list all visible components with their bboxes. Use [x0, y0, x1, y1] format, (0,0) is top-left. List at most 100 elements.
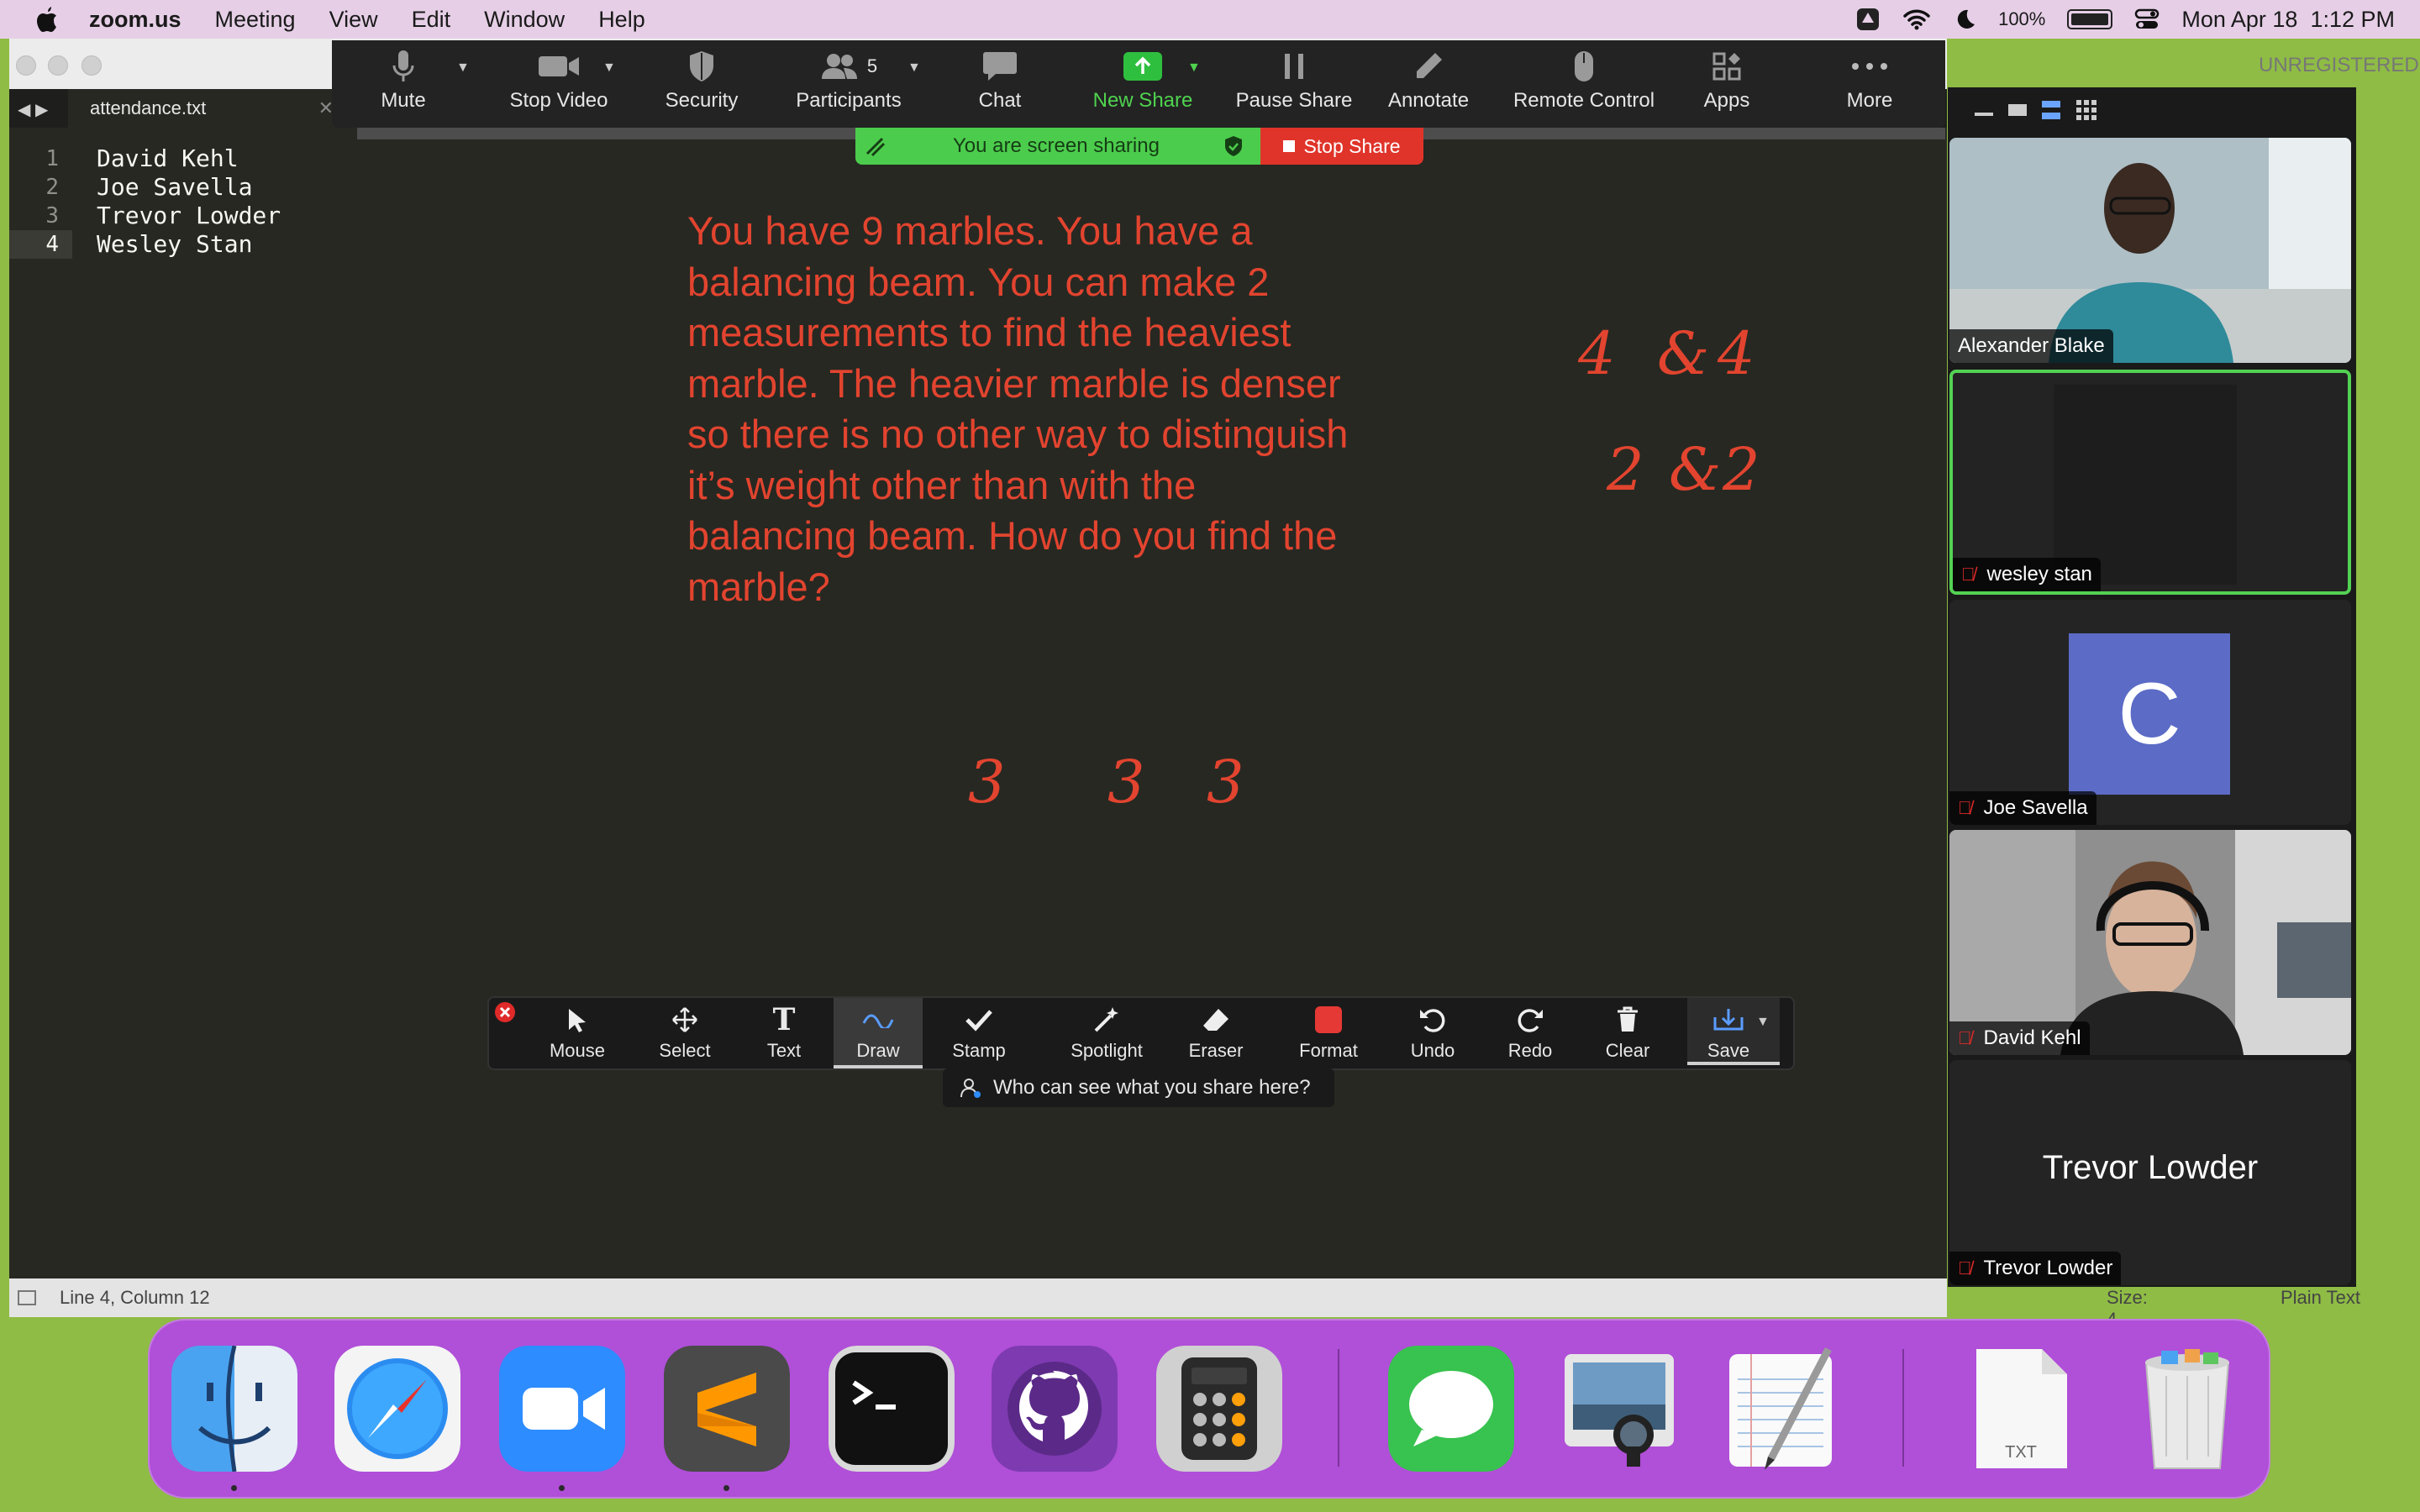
- menu-clock[interactable]: Mon Apr 18 1:12 PM: [2181, 7, 2395, 33]
- zoom-icon[interactable]: [499, 1346, 625, 1472]
- stamp-tool[interactable]: Stamp: [933, 1005, 1025, 1062]
- muted-microphone-icon: 🎙̸: [1958, 1027, 1972, 1048]
- menu-app-name[interactable]: zoom.us: [89, 7, 182, 33]
- redo-tool[interactable]: Redo: [1484, 1005, 1576, 1062]
- code-line[interactable]: David Kehl: [97, 144, 281, 173]
- pause-icon: [1285, 54, 1303, 79]
- menu-window[interactable]: Window: [484, 7, 565, 33]
- window-close-button[interactable]: [16, 55, 36, 76]
- code-line[interactable]: Wesley Stan: [97, 230, 281, 259]
- trash-icon[interactable]: [2124, 1346, 2250, 1472]
- editor-text-area[interactable]: David Kehl Joe Savella Trevor Lowder Wes…: [97, 144, 281, 259]
- menu-edit[interactable]: Edit: [412, 7, 451, 33]
- new-share-label: New Share: [1092, 89, 1193, 112]
- security-button[interactable]: Security: [651, 47, 752, 123]
- annotate-button[interactable]: Annotate: [1382, 47, 1475, 123]
- save-tool[interactable]: Save: [1682, 1005, 1775, 1062]
- draw-tool[interactable]: Draw: [832, 1005, 924, 1062]
- mute-button[interactable]: Mute: [366, 47, 441, 123]
- thumbnail-view-icon[interactable]: [2042, 101, 2060, 119]
- messages-icon[interactable]: [1388, 1346, 1514, 1472]
- apple-icon[interactable]: [34, 5, 59, 34]
- participant-name: 🎙̸ David Kehl: [1949, 1021, 2090, 1055]
- eraser-tool[interactable]: Eraser: [1170, 1005, 1262, 1062]
- participant-name: 🎙̸ Trevor Lowder: [1949, 1252, 2122, 1285]
- close-annotation-icon[interactable]: [494, 1001, 516, 1023]
- microphone-icon: [392, 50, 414, 81]
- participant-tile[interactable]: C 🎙̸ Joe Savella: [1949, 600, 2351, 825]
- syntax-mode[interactable]: Plain Text: [2281, 1287, 2360, 1309]
- window-zoom-button[interactable]: [82, 55, 102, 76]
- participant-name-text: wesley stan: [1986, 563, 2092, 585]
- stop-video-label: Stop Video: [509, 89, 608, 112]
- terminal-icon[interactable]: [829, 1346, 955, 1472]
- minimize-view-icon[interactable]: [1975, 113, 1993, 116]
- chat-icon: [983, 52, 1017, 81]
- google-drive-icon[interactable]: [1855, 7, 1881, 32]
- battery-icon[interactable]: [2067, 9, 2113, 29]
- line-number: 1: [45, 146, 59, 171]
- format-tool[interactable]: Format: [1282, 1005, 1375, 1062]
- participant-tile[interactable]: Alexander Blake: [1949, 138, 2351, 363]
- undo-icon: [1420, 1009, 1445, 1032]
- finder-icon[interactable]: [171, 1346, 297, 1472]
- apps-button[interactable]: Apps: [1693, 47, 1760, 123]
- new-share-button[interactable]: New Share: [1088, 47, 1197, 123]
- remote-control-button[interactable]: Remote Control: [1500, 47, 1668, 123]
- github-desktop-icon[interactable]: [992, 1346, 1118, 1472]
- window-minimize-button[interactable]: [48, 55, 68, 76]
- chevron-down-icon[interactable]: ▼: [1187, 60, 1201, 76]
- safari-icon[interactable]: [334, 1346, 460, 1472]
- person-icon: [960, 1079, 981, 1098]
- participant-name-text: Trevor Lowder: [1983, 1257, 2113, 1279]
- mouse-tool[interactable]: Mouse: [531, 1005, 623, 1062]
- running-indicator: [231, 1485, 237, 1491]
- chevron-down-icon[interactable]: ▼: [456, 60, 470, 76]
- sublime-text-icon[interactable]: [664, 1346, 790, 1472]
- menu-view[interactable]: View: [329, 7, 378, 33]
- menu-meeting[interactable]: Meeting: [215, 7, 296, 33]
- undo-tool[interactable]: Undo: [1386, 1005, 1479, 1062]
- calculator-icon[interactable]: [1156, 1346, 1282, 1472]
- more-button[interactable]: More: [1836, 47, 1903, 123]
- stop-share-button[interactable]: Stop Share: [1260, 128, 1423, 165]
- textedit-icon[interactable]: [1718, 1346, 1844, 1472]
- participants-button[interactable]: 5 Participants: [786, 47, 912, 123]
- speaker-view-icon[interactable]: [2008, 104, 2027, 116]
- chevron-down-icon[interactable]: ▼: [602, 60, 616, 76]
- clear-label: Clear: [1605, 1040, 1650, 1061]
- drag-handle-icon[interactable]: [864, 135, 886, 157]
- participant-tile[interactable]: Trevor Lowder 🎙̸ Trevor Lowder: [1949, 1060, 2351, 1285]
- do-not-disturb-icon[interactable]: [1953, 8, 1976, 31]
- menu-help[interactable]: Help: [598, 7, 645, 33]
- stop-video-button[interactable]: Stop Video: [500, 47, 618, 123]
- tab-attendance[interactable]: attendance.txt ✕: [68, 89, 345, 128]
- clear-tool[interactable]: Clear: [1581, 1005, 1674, 1062]
- spotlight-label: Spotlight: [1071, 1040, 1143, 1061]
- code-line[interactable]: Joe Savella: [97, 173, 281, 202]
- text-tool[interactable]: T Text: [738, 1002, 830, 1062]
- participant-tile[interactable]: 🎙̸ David Kehl: [1949, 830, 2351, 1055]
- participant-tile-active-speaker[interactable]: 🎙̸ wesley stan: [1949, 370, 2351, 595]
- who-can-see-button[interactable]: Who can see what you share here?: [943, 1068, 1334, 1107]
- dock-separator: [1338, 1349, 1339, 1467]
- spotlight-tool[interactable]: Spotlight: [1052, 1005, 1161, 1062]
- select-tool[interactable]: Select: [639, 1005, 731, 1062]
- gallery-view-icon[interactable]: [2075, 99, 2097, 121]
- chat-button[interactable]: Chat: [962, 47, 1038, 123]
- tab-nav-arrows-icon[interactable]: ◀ ▶: [18, 99, 48, 120]
- screen-sharing-banner[interactable]: You are screen sharing: [855, 128, 1260, 165]
- chevron-down-icon[interactable]: ▼: [908, 60, 921, 76]
- checkmark-icon: [965, 1010, 992, 1032]
- preview-icon[interactable]: [1556, 1346, 1682, 1472]
- wifi-icon[interactable]: [1902, 8, 1931, 31]
- txt-file-icon[interactable]: TXT: [1958, 1346, 2084, 1472]
- trash-icon: [1618, 1006, 1638, 1032]
- pause-share-button[interactable]: Pause Share: [1231, 47, 1357, 123]
- sidebar-toggle-icon[interactable]: [18, 1290, 36, 1305]
- save-chevron-down-icon[interactable]: ▼: [1756, 1015, 1770, 1030]
- control-center-icon[interactable]: [2134, 8, 2160, 31]
- video-placeholder: [2054, 385, 2237, 585]
- code-line[interactable]: Trevor Lowder: [97, 202, 281, 230]
- participants-count: 5: [866, 55, 878, 76]
